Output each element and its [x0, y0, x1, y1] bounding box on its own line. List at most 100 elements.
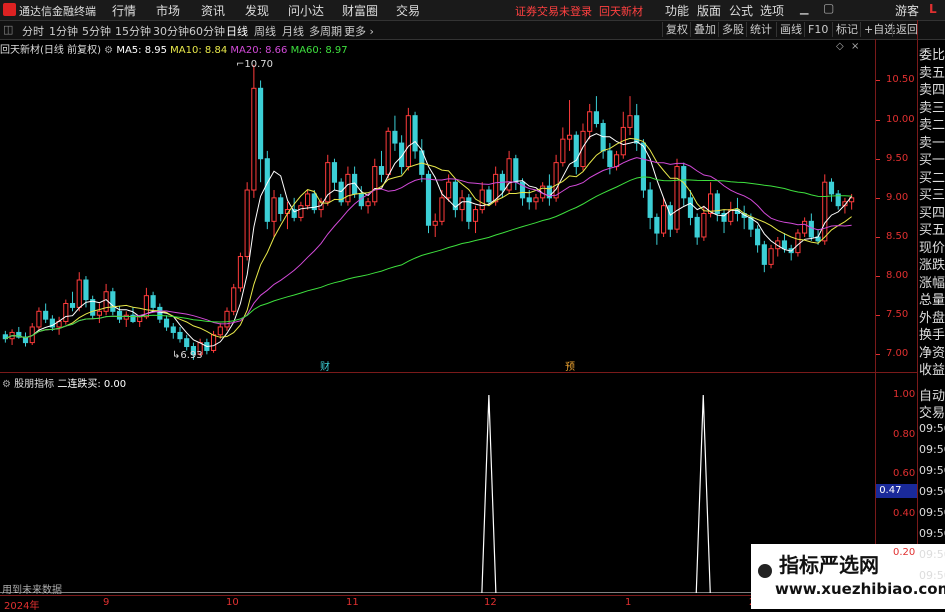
- candle-body: [647, 189, 653, 218]
- diamond-icon[interactable]: ◇: [836, 41, 844, 52]
- candle-body: [802, 220, 808, 234]
- price-tick: [876, 237, 880, 238]
- menu-faxian[interactable]: 发现: [245, 2, 269, 19]
- candle-body: [331, 162, 338, 183]
- candle-body: [660, 205, 667, 234]
- period-weekly[interactable]: 周线: [254, 23, 276, 39]
- finance-marker[interactable]: 财: [320, 358, 330, 373]
- candle-body: [271, 197, 277, 222]
- candle-body: [533, 197, 539, 203]
- indicator-tick-label: 0.60: [893, 468, 916, 479]
- biaoji-button[interactable]: 标记: [832, 22, 861, 37]
- watermark-title: 指标严选网: [779, 553, 879, 577]
- candle-body: [63, 302, 69, 322]
- candle-body: [405, 115, 411, 168]
- candle-body: [627, 115, 633, 128]
- maximize-icon[interactable]: ▢: [823, 1, 834, 15]
- diejia-button[interactable]: 叠加: [690, 22, 719, 37]
- low-annotation: ↳6.93: [172, 350, 203, 361]
- candle-body: [828, 181, 835, 195]
- f10-button[interactable]: F10: [804, 22, 831, 37]
- candle-body: [607, 150, 613, 168]
- period-monthly[interactable]: 月线: [282, 23, 304, 39]
- period-more[interactable]: 更多 ›: [344, 23, 374, 39]
- menu-banmian[interactable]: 版面: [697, 2, 721, 19]
- minimize-icon[interactable]: ▁: [800, 2, 808, 15]
- ma10-value: MA10: 8.84: [170, 45, 228, 56]
- period-toolbar: ◫ 分时 1分钟 5分钟 15分钟 30分钟 60分钟 日线 周线 月线 多周期…: [0, 21, 945, 40]
- candle-body: [687, 197, 694, 218]
- candle-body: [432, 220, 438, 226]
- tick-time: 09:50: [919, 569, 945, 582]
- candle-body: [163, 318, 170, 328]
- price-tick-label: 8.00: [886, 270, 909, 281]
- candle-body: [781, 240, 788, 250]
- indicator-chart[interactable]: [0, 373, 875, 593]
- price-tick: [876, 354, 880, 355]
- period-1min[interactable]: 1分钟: [49, 23, 78, 39]
- menu-shichang[interactable]: 市场: [156, 2, 180, 19]
- menu-gongshi[interactable]: 公式: [729, 2, 753, 19]
- tick-time: 09:50: [919, 527, 945, 540]
- candle-body: [251, 87, 257, 191]
- quote-field-label: 卖二: [919, 118, 945, 133]
- high-annotation: ⌐10.70: [236, 59, 274, 70]
- candle-body: [150, 295, 156, 308]
- price-tick: [876, 315, 880, 316]
- period-daily[interactable]: 日线: [226, 23, 248, 39]
- watermark-url: www.xuezhibiao.com: [775, 580, 945, 598]
- candle-body: [137, 316, 143, 322]
- candle-body: [36, 310, 42, 328]
- date-label: 9: [103, 597, 110, 608]
- huaxian-button[interactable]: 画线: [776, 22, 805, 37]
- candle-body: [667, 205, 673, 230]
- forecast-marker[interactable]: 预: [565, 358, 575, 373]
- candle-body: [425, 173, 432, 226]
- candle-body: [674, 166, 680, 230]
- date-label: 2024年: [4, 601, 40, 612]
- quote-field-label: 买五: [919, 223, 945, 238]
- indicator-tick-label: 1.00: [893, 389, 916, 400]
- auto-trade-label[interactable]: 交易: [919, 402, 945, 421]
- period-15min[interactable]: 15分钟: [115, 23, 151, 39]
- period-multi[interactable]: 多周期: [309, 23, 342, 39]
- settings-icon[interactable]: ⚙: [104, 45, 113, 56]
- period-5min[interactable]: 5分钟: [82, 23, 111, 39]
- candle-body: [795, 232, 801, 254]
- menu-zixun[interactable]: 资讯: [201, 2, 225, 19]
- tongji-button[interactable]: 统计: [746, 22, 775, 37]
- title-bar: 通达信金融终端 行情 市场 资讯 发现 问小达 财富圈 交易 证券交易未登录 回…: [0, 0, 945, 21]
- menu-wenxiaoda[interactable]: 问小达: [288, 2, 324, 19]
- user-label[interactable]: 游客: [895, 2, 919, 19]
- close-icon[interactable]: ×: [851, 41, 859, 52]
- ma5-line: [5, 133, 852, 348]
- menu-jiaoyi[interactable]: 交易: [396, 2, 420, 19]
- duogu-button[interactable]: 多股: [718, 22, 747, 37]
- price-tick-label: 7.50: [886, 309, 909, 320]
- candle-body: [110, 291, 116, 312]
- menu-caifuquan[interactable]: 财富圈: [342, 2, 378, 19]
- candle-body: [345, 173, 351, 203]
- menu-hangqing[interactable]: 行情: [112, 2, 136, 19]
- date-label: 11: [346, 597, 359, 608]
- candle-body: [761, 244, 767, 265]
- level-badge: L: [929, 2, 937, 16]
- candle-body: [184, 338, 190, 348]
- ma-info-line: 回天新材(日线 前复权) ⚙ MA5: 8.95 MA10: 8.84 MA20…: [0, 41, 348, 57]
- menu-gongneng[interactable]: 功能: [665, 2, 689, 19]
- candle-body: [170, 326, 176, 333]
- period-30min[interactable]: 30分钟: [153, 23, 189, 39]
- candle-body: [392, 130, 398, 144]
- future-data-note: 用到未来数据: [2, 585, 62, 596]
- panel-toggle-icon[interactable]: ◫: [3, 23, 13, 36]
- period-fenshi[interactable]: 分时: [22, 23, 44, 39]
- fuquan-button[interactable]: 复权: [662, 22, 691, 37]
- candlestick-chart[interactable]: [0, 57, 875, 370]
- period-60min[interactable]: 60分钟: [189, 23, 225, 39]
- candle-body: [210, 334, 217, 351]
- candle-body: [479, 189, 485, 211]
- login-status[interactable]: 证券交易未登录 回天新材: [515, 3, 643, 19]
- menu-xuanxiang[interactable]: 选项: [760, 2, 784, 19]
- candle-body: [83, 279, 89, 301]
- candle-body: [96, 310, 102, 316]
